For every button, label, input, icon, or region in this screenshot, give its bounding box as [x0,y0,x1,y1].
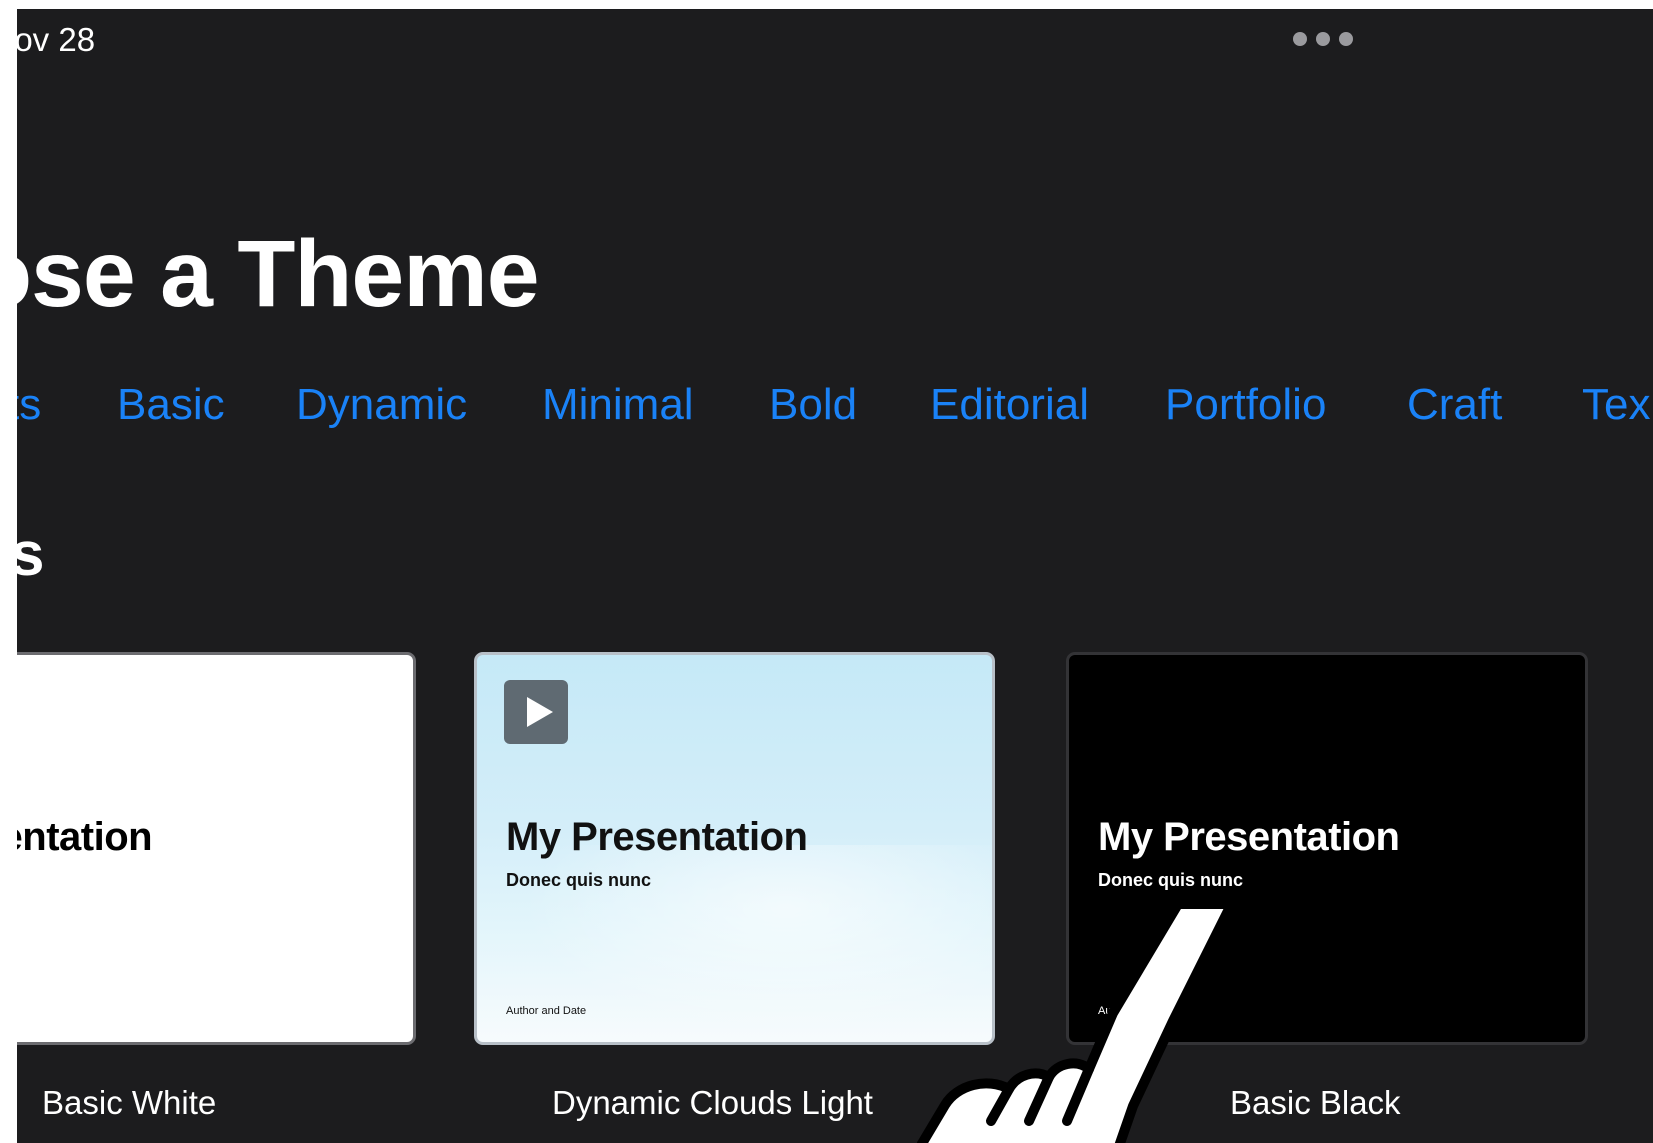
category-tab-portfolio[interactable]: Portfolio [1165,383,1326,427]
category-tab-text[interactable]: Tex [1582,383,1650,427]
pointing-hand-icon [917,909,1235,1143]
category-tab-bold[interactable]: Bold [769,383,857,427]
dot-icon [1316,32,1330,46]
theme-chooser-screen: lov 28 oose a Theme ts Basic Dynamic Min… [17,9,1653,1143]
slide-author: Author and Date [506,1005,587,1017]
play-icon [504,680,568,744]
category-tab-ts[interactable]: ts [17,383,41,427]
slide-title: My Presentation [506,815,808,859]
theme-label-dynamic-clouds-light[interactable]: Dynamic Clouds Light [552,1084,873,1122]
theme-card-basic-white[interactable]: resentation nunc [17,652,416,1045]
section-title: ents [17,520,45,589]
theme-label-basic-white[interactable]: Basic White [42,1084,216,1122]
category-tab-minimal[interactable]: Minimal [542,383,694,427]
page-title: oose a Theme [17,221,540,327]
category-tab-editorial[interactable]: Editorial [930,383,1089,427]
status-date: lov 28 [17,21,96,58]
dot-icon [1293,32,1307,46]
dot-icon [1339,32,1353,46]
slide-title: My Presentation [1098,815,1400,859]
category-tab-basic[interactable]: Basic [117,383,225,427]
category-tab-craft[interactable]: Craft [1407,383,1502,427]
slide-subtitle: Donec quis nunc [506,870,652,890]
category-tab-dynamic[interactable]: Dynamic [296,383,467,427]
more-dots-icon[interactable] [1293,32,1353,46]
slide-title: resentation [17,815,153,859]
slide-subtitle: Donec quis nunc [1098,870,1244,890]
